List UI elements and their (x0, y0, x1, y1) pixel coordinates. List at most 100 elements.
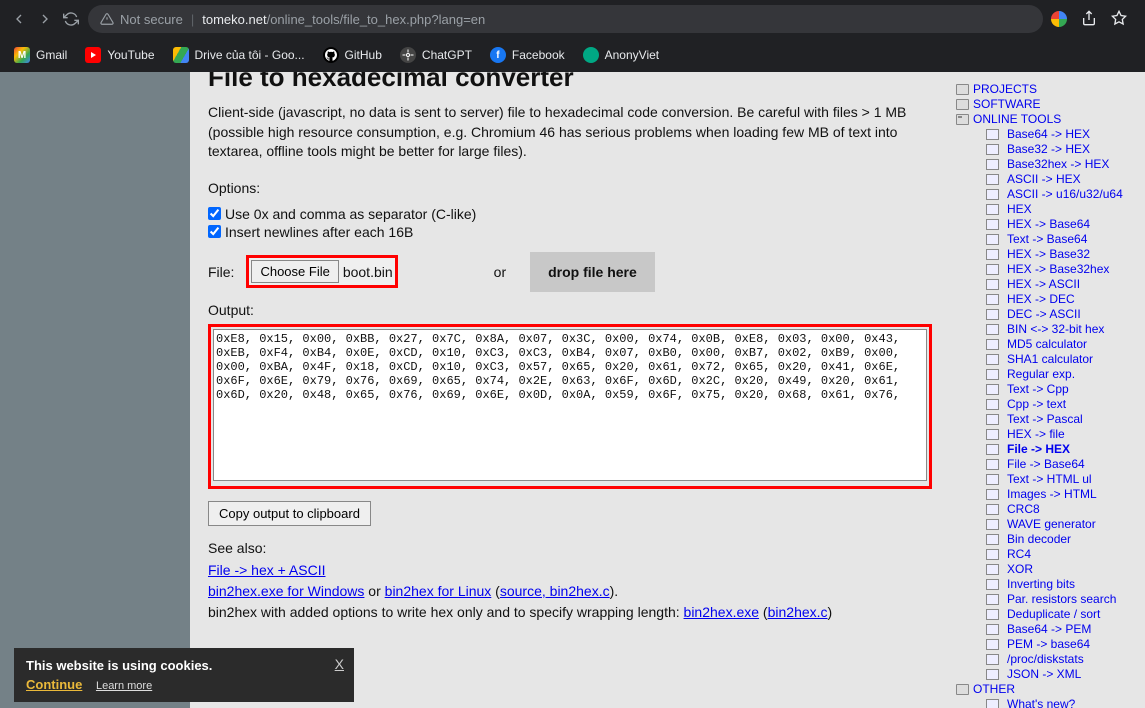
see-also-label: See also: (208, 540, 932, 556)
file-label: File: (208, 264, 234, 280)
sidebar-tool-wave-generator[interactable]: WAVE generator (986, 517, 1139, 532)
sidebar-tool-images-html[interactable]: Images -> HTML (986, 487, 1139, 502)
sidebar-tool-pem-base64[interactable]: PEM -> base64 (986, 637, 1139, 652)
sidebar-tool-ascii-u16-u32-u64[interactable]: ASCII -> u16/u32/u64 (986, 187, 1139, 202)
output-highlight (208, 324, 932, 489)
page-description: Client-side (javascript, no data is sent… (208, 103, 932, 162)
sidebar-tool-file-base64[interactable]: File -> Base64 (986, 457, 1139, 472)
sidebar-tool-dec-ascii[interactable]: DEC -> ASCII (986, 307, 1139, 322)
drop-zone[interactable]: drop file here (530, 252, 655, 292)
bookmark-github[interactable]: GitHub (323, 47, 382, 63)
checkbox-0x-comma[interactable] (208, 207, 221, 220)
sidebar-tool-base32-hex[interactable]: Base32 -> HEX (986, 142, 1139, 157)
choose-file-button[interactable]: Choose File (251, 260, 338, 283)
cookie-header: This website is using cookies. (26, 658, 342, 673)
sidebar-tool-text-html-ul[interactable]: Text -> HTML ul (986, 472, 1139, 487)
bookmark-icon[interactable] (1111, 10, 1127, 29)
sidebar-tool-hex-base32[interactable]: HEX -> Base32 (986, 247, 1139, 262)
bookmark-anonyviet[interactable]: AnonyViet (583, 47, 660, 63)
sidebar-tool-sha1-calculator[interactable]: SHA1 calculator (986, 352, 1139, 367)
sidebar-folder-projects[interactable]: PROJECTS (956, 82, 1139, 97)
checkbox-newlines-16b-label: Insert newlines after each 16B (225, 224, 413, 240)
main-content: File to hexadecimal converter Client-sid… (190, 72, 950, 708)
sidebar-tool--proc-diskstats[interactable]: /proc/diskstats (986, 652, 1139, 667)
google-icon[interactable] (1051, 11, 1067, 27)
youtube-icon (85, 47, 101, 63)
sidebar-tool-hex-ascii[interactable]: HEX -> ASCII (986, 277, 1139, 292)
facebook-icon: f (490, 47, 506, 63)
cookie-banner: X This website is using cookies. Continu… (14, 648, 354, 702)
bookmark-gmail[interactable]: MGmail (14, 47, 67, 63)
page-body: File to hexadecimal converter Client-sid… (0, 72, 1145, 708)
browser-toolbar: Not secure | tomeko.net/online_tools/fil… (0, 0, 1145, 38)
sidebar-tool-text-pascal[interactable]: Text -> Pascal (986, 412, 1139, 427)
link-bin2hex-c[interactable]: bin2hex.c (768, 604, 828, 620)
link-file-hex-ascii[interactable]: File -> hex + ASCII (208, 562, 326, 578)
back-button[interactable] (10, 10, 28, 28)
sidebar-nav: PROJECTSSOFTWAREONLINE TOOLS Base64 -> H… (950, 72, 1145, 708)
sidebar-tool-md5-calculator[interactable]: MD5 calculator (986, 337, 1139, 352)
sidebar-tool-xor[interactable]: XOR (986, 562, 1139, 577)
cookie-close-button[interactable]: X (335, 656, 344, 672)
gmail-icon: M (14, 47, 30, 63)
sidebar-link-what-s-new-[interactable]: What's new? (986, 697, 1139, 708)
cookie-learn-more-link[interactable]: Learn more (96, 680, 152, 692)
reload-button[interactable] (62, 10, 80, 28)
bookmark-youtube[interactable]: YouTube (85, 47, 154, 63)
sidebar-tool-crc8[interactable]: CRC8 (986, 502, 1139, 517)
link-bin2hex-source[interactable]: source, bin2hex.c (500, 583, 610, 599)
sidebar-tool-file-hex[interactable]: File -> HEX (986, 442, 1139, 457)
sidebar-tool-base64-hex[interactable]: Base64 -> HEX (986, 127, 1139, 142)
sidebar-folder-online-tools[interactable]: ONLINE TOOLS (956, 112, 1139, 127)
github-icon (323, 47, 339, 63)
sidebar-tool-regular-exp-[interactable]: Regular exp. (986, 367, 1139, 382)
drive-icon (173, 47, 189, 63)
bookmark-facebook[interactable]: fFacebook (490, 47, 565, 63)
sidebar-tool-bin-decoder[interactable]: Bin decoder (986, 532, 1139, 547)
address-bar[interactable]: Not secure | tomeko.net/online_tools/fil… (88, 5, 1043, 33)
options-label: Options: (208, 180, 932, 196)
sidebar-folder-other[interactable]: OTHER (956, 682, 1139, 697)
sidebar-folder-software[interactable]: SOFTWARE (956, 97, 1139, 112)
sidebar-tool-par-resistors-search[interactable]: Par. resistors search (986, 592, 1139, 607)
share-icon[interactable] (1081, 10, 1097, 29)
sidebar-tool-rc4[interactable]: RC4 (986, 547, 1139, 562)
sidebar-tool-cpp-text[interactable]: Cpp -> text (986, 397, 1139, 412)
sidebar-tool-hex-base64[interactable]: HEX -> Base64 (986, 217, 1139, 232)
or-label: or (494, 264, 506, 280)
checkbox-0x-comma-label: Use 0x and comma as separator (C-like) (225, 206, 476, 222)
checkbox-newlines-16b[interactable] (208, 225, 221, 238)
link-bin2hex-exe[interactable]: bin2hex.exe (684, 604, 760, 620)
copy-output-button[interactable]: Copy output to clipboard (208, 501, 371, 526)
file-picker: Choose File boot.bin (246, 255, 397, 288)
forward-button[interactable] (36, 10, 54, 28)
sidebar-tool-inverting-bits[interactable]: Inverting bits (986, 577, 1139, 592)
sidebar-tool-deduplicate-sort[interactable]: Deduplicate / sort (986, 607, 1139, 622)
browser-chrome: Not secure | tomeko.net/online_tools/fil… (0, 0, 1145, 72)
sidebar-tool-json-xml[interactable]: JSON -> XML (986, 667, 1139, 682)
folder-icon (956, 99, 969, 110)
sidebar-tool-hex-file[interactable]: HEX -> file (986, 427, 1139, 442)
folder-icon (956, 84, 969, 95)
bookmark-drive[interactable]: Drive của tôi - Goo... (173, 47, 305, 63)
sidebar-tool-bin-32-bit-hex[interactable]: BIN <-> 32-bit hex (986, 322, 1139, 337)
sidebar-tool-hex[interactable]: HEX (986, 202, 1139, 217)
output-label: Output: (208, 302, 932, 318)
bookmarks-bar: MGmail YouTube Drive của tôi - Goo... Gi… (0, 38, 1145, 72)
bookmark-chatgpt[interactable]: ChatGPT (400, 47, 472, 63)
url-text: tomeko.net/online_tools/file_to_hex.php?… (202, 12, 485, 27)
sidebar-tool-base64-pem[interactable]: Base64 -> PEM (986, 622, 1139, 637)
not-secure-warning: Not secure (100, 12, 183, 27)
sidebar-tool-text-base64[interactable]: Text -> Base64 (986, 232, 1139, 247)
sidebar-tool-hex-base32hex[interactable]: HEX -> Base32hex (986, 262, 1139, 277)
cookie-continue-button[interactable]: Continue (26, 677, 82, 692)
chatgpt-icon (400, 47, 416, 63)
sidebar-tool-ascii-hex[interactable]: ASCII -> HEX (986, 172, 1139, 187)
file-row: File: Choose File boot.bin or drop file … (208, 252, 932, 292)
sidebar-tool-text-cpp[interactable]: Text -> Cpp (986, 382, 1139, 397)
link-bin2hex-windows[interactable]: bin2hex.exe for Windows (208, 583, 364, 599)
link-bin2hex-linux[interactable]: bin2hex for Linux (385, 583, 492, 599)
output-textarea[interactable] (213, 329, 927, 481)
sidebar-tool-base32hex-hex[interactable]: Base32hex -> HEX (986, 157, 1139, 172)
sidebar-tool-hex-dec[interactable]: HEX -> DEC (986, 292, 1139, 307)
